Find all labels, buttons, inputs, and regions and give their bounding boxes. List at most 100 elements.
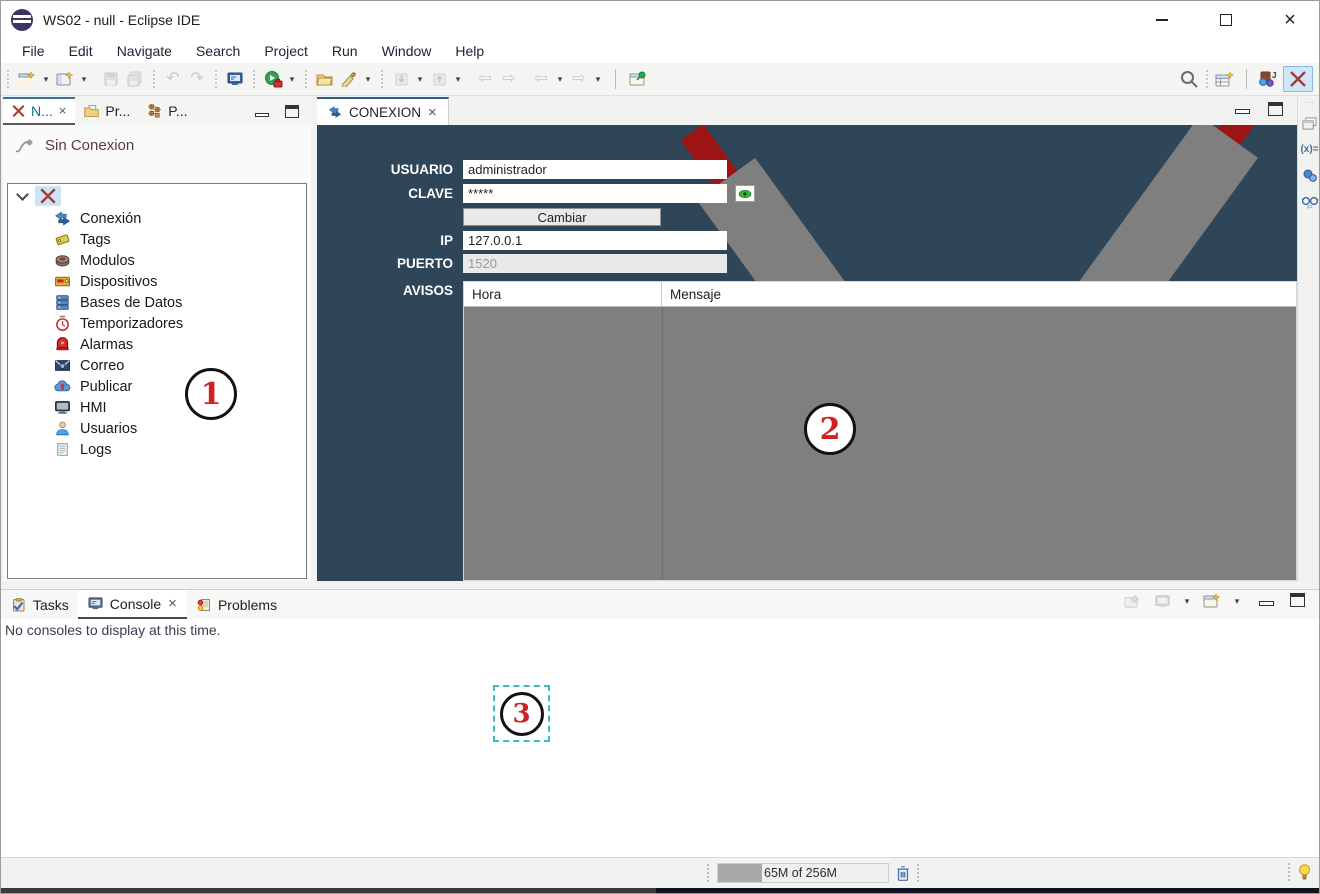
tree-item-logs[interactable]: Logs xyxy=(8,439,306,460)
forward-button[interactable]: ⇨ xyxy=(568,67,590,91)
show-password-button[interactable] xyxy=(735,185,755,202)
clave-input[interactable] xyxy=(463,184,727,203)
forward-dropdown[interactable]: ▾ xyxy=(592,67,604,91)
window-minimize-button[interactable] xyxy=(1151,9,1173,31)
expressions-view-button[interactable]: x= xyxy=(1301,194,1319,210)
save-button[interactable] xyxy=(100,67,122,91)
notifications-button[interactable] xyxy=(1298,863,1311,881)
new-project-button[interactable] xyxy=(54,67,76,91)
display-console-dropdown[interactable]: ▾ xyxy=(1181,589,1193,613)
menu-search[interactable]: Search xyxy=(185,41,251,61)
tree-item-tags[interactable]: Tags xyxy=(8,229,306,250)
link-with-editor-button[interactable] xyxy=(627,67,649,91)
explorer-minimize-button[interactable] xyxy=(255,105,269,121)
explorer-maximize-button[interactable] xyxy=(285,105,299,121)
usuario-input[interactable] xyxy=(463,160,727,179)
previous-edit-location-button[interactable]: ⇦ xyxy=(474,67,496,91)
editor-minimize-button[interactable] xyxy=(1235,102,1250,119)
minimize-icon xyxy=(1156,19,1168,21)
tab-console[interactable]: Console × xyxy=(78,590,187,619)
undo-button[interactable]: ↶ xyxy=(162,67,184,91)
back-button[interactable]: ⇦ xyxy=(530,67,552,91)
custom-perspective-button[interactable] xyxy=(1283,66,1313,92)
column-mensaje[interactable]: Mensaje xyxy=(662,282,1296,306)
new-wizard-button[interactable] xyxy=(16,67,38,91)
tree-item-publicar[interactable]: Publicar xyxy=(8,376,306,397)
ip-input[interactable] xyxy=(463,231,727,250)
open-console-button[interactable] xyxy=(1201,589,1223,613)
open-console-dropdown[interactable]: ▾ xyxy=(1231,589,1243,613)
panel-maximize-icon xyxy=(285,105,299,118)
tab-console-close-icon[interactable]: × xyxy=(167,595,178,612)
open-perspective-button[interactable] xyxy=(1214,67,1236,91)
new-wizard-dropdown[interactable]: ▾ xyxy=(40,67,52,91)
back-dropdown[interactable]: ▾ xyxy=(554,67,566,91)
run-button[interactable] xyxy=(262,67,284,91)
tree-root-selected[interactable] xyxy=(35,186,61,206)
tree-item-dispositivos[interactable]: Dispositivos xyxy=(8,271,306,292)
tree-item-modulos[interactable]: Modulos xyxy=(8,250,306,271)
editor-maximize-button[interactable] xyxy=(1268,102,1283,119)
annotation-3-selection[interactable]: 3 xyxy=(493,685,550,742)
tab-navigator-close-icon[interactable]: × xyxy=(58,103,68,118)
console-view-button[interactable] xyxy=(224,67,246,91)
variables-view-button[interactable]: (x)= xyxy=(1301,142,1319,158)
tab-navigator[interactable]: N... × xyxy=(3,97,75,125)
tree-root-node[interactable] xyxy=(8,184,306,208)
window-close-button[interactable]: × xyxy=(1279,9,1301,31)
tab-packages[interactable]: P... xyxy=(138,97,195,125)
java-perspective-button[interactable]: J xyxy=(1257,67,1279,91)
new-window-icon xyxy=(18,71,36,87)
tab-conexion-close-icon[interactable]: × xyxy=(427,104,438,121)
run-garbage-collector-button[interactable] xyxy=(895,864,911,882)
menu-window[interactable]: Window xyxy=(371,41,443,61)
tab-problems[interactable]: Problems xyxy=(187,590,286,619)
puerto-label: PUERTO xyxy=(317,256,453,271)
save-all-button[interactable] xyxy=(124,67,146,91)
tree-item-correo[interactable]: Correo xyxy=(8,355,306,376)
pin-console-button[interactable] xyxy=(1121,589,1143,613)
mark-occurrences-dropdown[interactable]: ▾ xyxy=(362,67,374,91)
next-edit-location-button[interactable]: ⇨ xyxy=(498,67,520,91)
export-button[interactable] xyxy=(428,67,450,91)
menu-navigate[interactable]: Navigate xyxy=(106,41,183,61)
tab-project-explorer[interactable]: Pr... xyxy=(75,97,138,125)
menu-run[interactable]: Run xyxy=(321,41,369,61)
tab-tasks[interactable]: Tasks xyxy=(1,590,78,619)
mark-occurrences-button[interactable] xyxy=(338,67,360,91)
tree-item-hmi[interactable]: HMI xyxy=(8,397,306,418)
search-icon xyxy=(1179,69,1199,89)
tree-item-temporizadores[interactable]: Temporizadores xyxy=(8,313,306,334)
column-divider xyxy=(662,307,663,580)
run-dropdown[interactable]: ▾ xyxy=(286,67,298,91)
restore-views-button[interactable] xyxy=(1301,116,1319,132)
console-minimize-icon xyxy=(1259,601,1274,606)
menu-file[interactable]: File xyxy=(11,41,56,61)
search-button[interactable] xyxy=(1178,67,1200,91)
chevron-down-icon[interactable] xyxy=(16,188,29,201)
menu-project[interactable]: Project xyxy=(253,41,319,61)
display-console-button[interactable] xyxy=(1151,589,1173,613)
import-button[interactable] xyxy=(390,67,412,91)
redo-button[interactable]: ↷ xyxy=(186,67,208,91)
menu-help[interactable]: Help xyxy=(444,41,495,61)
window-bottom-edge xyxy=(1,888,1320,894)
menu-edit[interactable]: Edit xyxy=(58,41,104,61)
tree-item-alarmas[interactable]: Alarmas xyxy=(8,334,306,355)
tree-item-bases-de-datos[interactable]: Bases de Datos xyxy=(8,292,306,313)
tree-item-conexion[interactable]: Conexión xyxy=(8,208,306,229)
window-maximize-button[interactable] xyxy=(1215,9,1237,31)
export-dropdown[interactable]: ▾ xyxy=(452,67,464,91)
breakpoints-view-button[interactable] xyxy=(1301,168,1319,184)
new-project-dropdown[interactable]: ▾ xyxy=(78,67,90,91)
tab-conexion[interactable]: CONEXION × xyxy=(317,97,449,125)
console-minimize-button[interactable] xyxy=(1259,594,1274,609)
main-toolbar: ▾ ▾ ↶ ↷ xyxy=(1,63,1319,96)
column-hora[interactable]: Hora xyxy=(464,282,662,306)
device-icon xyxy=(54,273,71,290)
cambiar-button[interactable]: Cambiar xyxy=(463,208,661,226)
console-maximize-button[interactable] xyxy=(1290,593,1305,610)
import-dropdown[interactable]: ▾ xyxy=(414,67,426,91)
open-resource-button[interactable] xyxy=(314,67,336,91)
tree-item-usuarios[interactable]: Usuarios xyxy=(8,418,306,439)
